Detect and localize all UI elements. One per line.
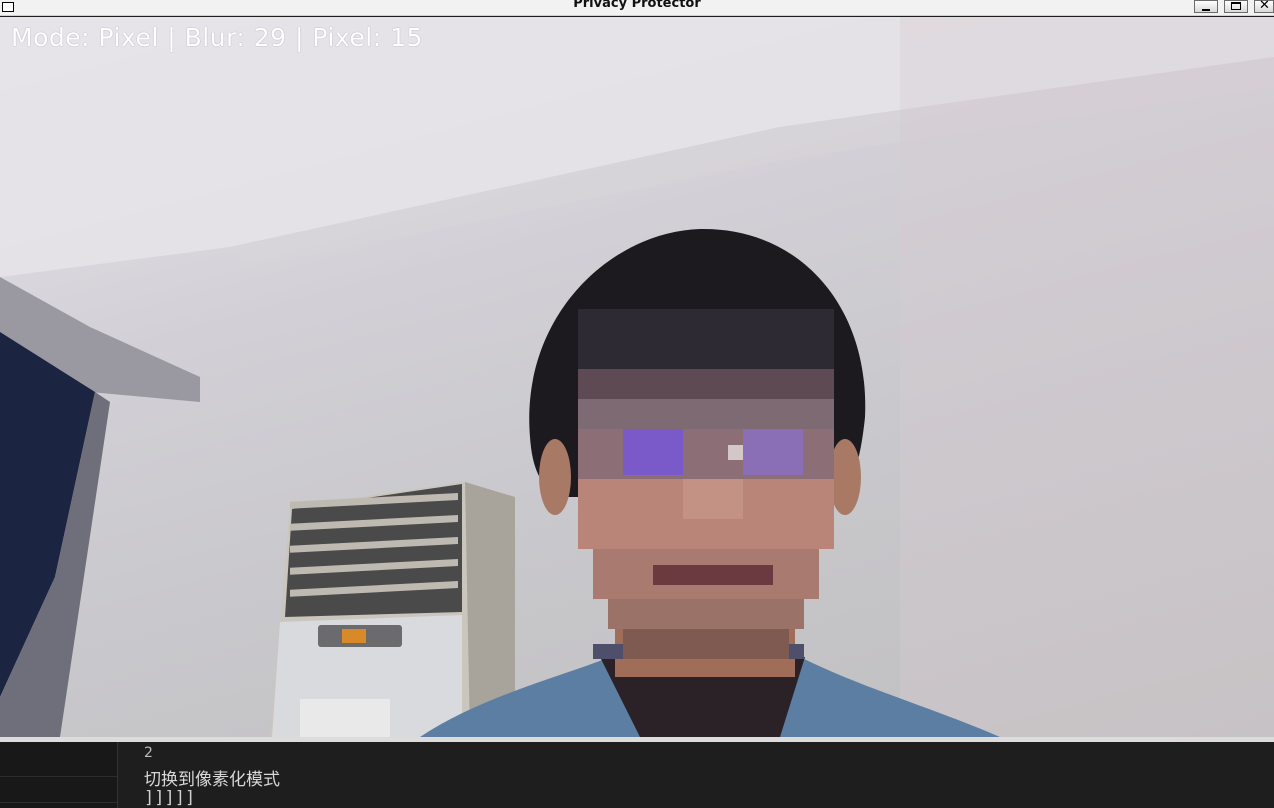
terminal-panel[interactable]: 2 切换到像素化模式 ]]]]] [0,742,1274,808]
minimize-button[interactable] [1194,0,1218,13]
terminal-line: 2 [144,745,153,761]
pixelated-face [578,309,834,659]
close-button[interactable]: ✕ [1254,0,1274,13]
air-conditioner [270,482,515,737]
terminal-line: 切换到像素化模式 [144,770,280,790]
sidebar-divider [0,776,117,777]
terminal-sidebar [0,742,118,808]
camera-view: Mode: Pixel | Blur: 29 | Pixel: 15 [0,17,1274,737]
camera-frame [0,17,1274,737]
title-bar: Privacy Protector ✕ [0,0,1274,16]
sidebar-divider [0,802,117,803]
close-icon: ✕ [1259,0,1270,13]
maximize-button[interactable] [1224,0,1248,13]
terminal-line: ]]]]] [144,788,196,808]
status-overlay: Mode: Pixel | Blur: 29 | Pixel: 15 [11,23,423,52]
window-title: Privacy Protector [573,0,701,11]
